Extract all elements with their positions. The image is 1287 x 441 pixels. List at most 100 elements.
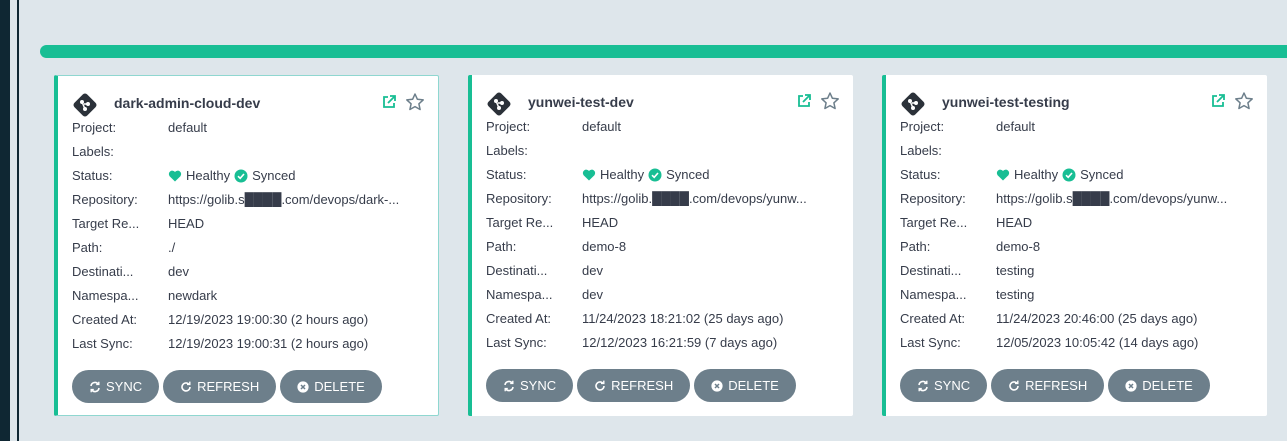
field-label: Repository:	[72, 192, 138, 207]
delete-button[interactable]: DELETE	[694, 369, 796, 402]
field-label: Project:	[486, 119, 531, 134]
sync-status: Synced	[1080, 167, 1124, 182]
field-label: Path:	[900, 239, 931, 254]
field-label: Path:	[486, 239, 517, 254]
heart-icon	[168, 170, 182, 181]
git-diamond-icon	[73, 93, 97, 117]
sync-button[interactable]: SYNC	[72, 370, 160, 403]
external-link-icon[interactable]	[381, 94, 397, 110]
field-value-repository[interactable]: https://golib.s████.com/devops/dark-...	[168, 192, 430, 207]
field-label: Destinati...	[72, 264, 134, 279]
field-label: Project:	[72, 120, 117, 135]
health-status: Healthy	[186, 168, 231, 183]
field-value-created: 12/19/2023 19:00:30 (2 hours ago)	[168, 312, 369, 327]
field-value-target: HEAD	[582, 215, 619, 230]
sync-icon	[918, 380, 928, 391]
field-label: Last Sync:	[72, 336, 133, 351]
field-value-last_sync: 12/19/2023 19:00:31 (2 hours ago)	[168, 336, 369, 351]
field-label: Repository:	[900, 191, 966, 206]
refresh-icon	[181, 381, 191, 392]
app-card[interactable]: dark-admin-cloud-dev Project: default Labe…	[54, 75, 439, 416]
delete-button-label: DELETE	[314, 379, 365, 394]
git-diamond-icon	[901, 92, 925, 116]
field-label: Namespa...	[900, 287, 967, 302]
git-diamond-icon	[487, 92, 511, 116]
status-value: Healthy Synced	[582, 167, 844, 182]
action-buttons: SYNC REFRESH DELETE	[72, 370, 382, 403]
field-label: Repository:	[486, 191, 552, 206]
field-label: Labels:	[900, 143, 942, 158]
refresh-button[interactable]: REFRESH	[991, 369, 1105, 402]
left-rail	[0, 0, 20, 441]
refresh-button[interactable]: REFRESH	[577, 369, 691, 402]
times-circle-icon	[711, 379, 723, 392]
field-value-last_sync: 12/05/2023 10:05:42 (14 days ago)	[996, 335, 1199, 350]
app-card[interactable]: yunwei-test-dev Project: default Labels: St…	[468, 75, 853, 416]
external-link-icon[interactable]	[1210, 93, 1226, 109]
sidebar-edge	[0, 0, 10, 441]
star-icon[interactable]	[405, 92, 425, 112]
app-name[interactable]: yunwei-test-dev	[528, 94, 634, 110]
field-label: Last Sync:	[900, 335, 961, 350]
check-circle-icon	[648, 168, 662, 181]
field-value-project: default	[168, 120, 208, 135]
field-label: Destinati...	[486, 263, 548, 278]
sync-button[interactable]: SYNC	[900, 369, 988, 402]
field-value-created: 11/24/2023 18:21:02 (25 days ago)	[582, 311, 784, 326]
sync-button-label: SYNC	[520, 378, 557, 393]
status-value: Healthy Synced	[996, 167, 1258, 182]
refresh-button-label: REFRESH	[1025, 378, 1088, 393]
refresh-button[interactable]: REFRESH	[163, 370, 277, 403]
field-value-path: ./	[168, 240, 176, 255]
refresh-icon	[595, 380, 605, 391]
field-label: Labels:	[72, 144, 114, 159]
sync-button[interactable]: SYNC	[486, 369, 574, 402]
field-value-created: 11/24/2023 20:46:00 (25 days ago)	[996, 311, 1198, 326]
app-name[interactable]: yunwei-test-testing	[942, 94, 1070, 110]
field-value-target: HEAD	[996, 215, 1033, 230]
field-label: Created At:	[72, 312, 138, 327]
delete-button-label: DELETE	[1142, 378, 1193, 393]
field-value-destination: dev	[168, 264, 189, 279]
health-status: Healthy	[1014, 167, 1059, 182]
field-value-repository[interactable]: https://golib.s████.com/devops/yunw...	[996, 191, 1258, 206]
field-label: Project:	[900, 119, 945, 134]
field-label: Created At:	[486, 311, 552, 326]
field-label: Path:	[72, 240, 103, 255]
heart-icon	[582, 169, 596, 180]
refresh-button-label: REFRESH	[197, 379, 260, 394]
field-value-target: HEAD	[168, 216, 205, 231]
card-header: dark-admin-cloud-dev	[72, 92, 428, 117]
field-label: Namespa...	[72, 288, 139, 303]
delete-button[interactable]: DELETE	[1108, 369, 1210, 402]
refresh-button-label: REFRESH	[611, 378, 674, 393]
field-value-project: default	[582, 119, 622, 134]
status-value: Healthy Synced	[168, 168, 430, 183]
star-icon[interactable]	[820, 91, 840, 111]
check-circle-icon	[1062, 168, 1076, 181]
sync-icon	[504, 380, 514, 391]
times-circle-icon	[1125, 379, 1137, 392]
card-header: yunwei-test-dev	[486, 91, 843, 116]
delete-button-label: DELETE	[728, 378, 779, 393]
field-label: Target Re...	[486, 215, 554, 230]
field-value-last_sync: 12/12/2023 16:21:59 (7 days ago)	[582, 335, 778, 350]
action-buttons: SYNC REFRESH DELETE	[900, 369, 1210, 402]
sidebar-divider	[17, 0, 19, 441]
sync-button-label: SYNC	[934, 378, 971, 393]
app-name[interactable]: dark-admin-cloud-dev	[114, 95, 260, 111]
field-value-repository[interactable]: https://golib.████.com/devops/yunw...	[582, 191, 844, 206]
sync-status: Synced	[666, 167, 710, 182]
app-card[interactable]: yunwei-test-testing Project: default Label…	[882, 75, 1267, 416]
check-circle-icon	[234, 169, 248, 182]
field-value-project: default	[996, 119, 1036, 134]
field-label: Status:	[486, 167, 527, 182]
star-icon[interactable]	[1234, 91, 1254, 111]
heart-icon	[996, 169, 1010, 180]
sync-icon	[90, 381, 100, 392]
field-value-path: demo-8	[582, 239, 627, 254]
external-link-icon[interactable]	[796, 93, 812, 109]
field-label: Target Re...	[900, 215, 968, 230]
delete-button[interactable]: DELETE	[280, 370, 382, 403]
field-label: Created At:	[900, 311, 966, 326]
